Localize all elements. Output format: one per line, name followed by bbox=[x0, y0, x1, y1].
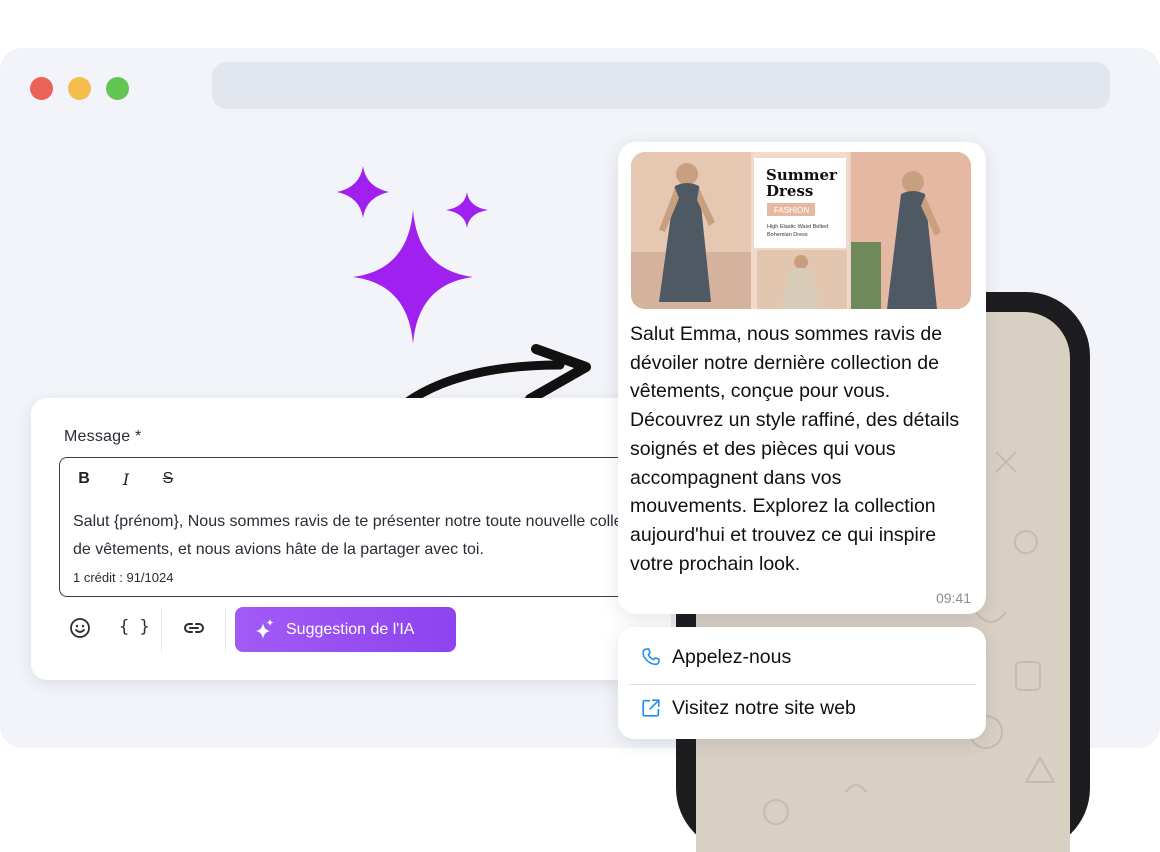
message-preview-bubble: Summer Dress FASHION High Elastic Waist … bbox=[618, 142, 986, 614]
message-actions-card: Appelez-nous Visitez notre site web bbox=[618, 627, 986, 739]
preview-line: Salut Emma, nous sommes ravis de bbox=[630, 323, 943, 345]
message-editor-card: Message * B I S Salut {prénom}, Nous som… bbox=[31, 398, 671, 680]
emoji-button[interactable] bbox=[69, 617, 91, 644]
visit-website-label: Visitez notre site web bbox=[672, 696, 856, 719]
toolbar-divider bbox=[225, 608, 226, 652]
visit-website-button[interactable]: Visitez notre site web bbox=[640, 688, 856, 728]
message-label: Message * bbox=[64, 428, 142, 445]
preview-line: vêtements, conçue pour vous. bbox=[630, 380, 891, 403]
image-title-line2: Dress bbox=[766, 182, 813, 200]
credit-counter: 1 crédit : 91/1024 bbox=[73, 570, 174, 585]
sparkle-icon bbox=[256, 618, 274, 639]
external-link-icon bbox=[642, 699, 660, 717]
preview-line: votre prochain look. bbox=[630, 552, 801, 575]
preview-line: dévoiler notre dernière collection de bbox=[630, 351, 939, 374]
smiley-icon bbox=[70, 618, 90, 638]
toolbar-divider bbox=[161, 608, 162, 652]
preview-line: soignés et des pièces qui vous bbox=[630, 437, 896, 460]
actions-divider bbox=[628, 684, 976, 685]
preview-line: mouvements. Explorez la collection bbox=[630, 495, 936, 518]
italic-button[interactable]: I bbox=[115, 470, 137, 489]
message-timestamp: 09:41 bbox=[935, 590, 971, 606]
message-text-line: Salut {prénom}, Nous sommes ravis de te … bbox=[73, 513, 657, 530]
call-us-label: Appelez-nous bbox=[672, 645, 792, 668]
bold-button[interactable]: B bbox=[73, 470, 95, 488]
product-image: Summer Dress FASHION High Elastic Waist … bbox=[631, 152, 971, 309]
message-text[interactable]: Salut {prénom}, Nous sommes ravis de te … bbox=[73, 508, 657, 564]
call-us-button[interactable]: Appelez-nous bbox=[640, 637, 791, 677]
sparkles-icon bbox=[337, 166, 488, 344]
phone-icon bbox=[642, 648, 660, 666]
image-caption-line2: Bohemian Dress bbox=[767, 232, 808, 238]
sparkle-medium bbox=[337, 166, 389, 218]
sparkle-small bbox=[446, 192, 488, 228]
ai-suggestion-label: Suggestion de l'IA bbox=[286, 620, 415, 638]
window-maximize-button[interactable] bbox=[106, 77, 129, 100]
product-collage: Summer Dress FASHION High Elastic Waist … bbox=[631, 152, 971, 309]
link-icon bbox=[184, 623, 204, 633]
image-tag: FASHION bbox=[774, 206, 809, 215]
variables-button[interactable]: { } bbox=[119, 617, 150, 637]
message-preview-text: Salut Emma, nous sommes ravis de dévoile… bbox=[630, 320, 980, 578]
preview-line: aujourd'hui et trouvez ce qui inspire bbox=[630, 523, 937, 546]
window-close-button[interactable] bbox=[30, 77, 53, 100]
ai-suggestion-button[interactable]: Suggestion de l'IA bbox=[235, 607, 456, 652]
message-textarea[interactable]: B I S Salut {prénom}, Nous sommes ravis … bbox=[59, 457, 661, 597]
sparkle-large bbox=[353, 210, 473, 344]
preview-line: Découvrez un style raffiné, des détails bbox=[630, 409, 960, 432]
window-minimize-button[interactable] bbox=[68, 77, 91, 100]
image-caption-line1: High Elastic Waist Belted bbox=[767, 224, 828, 230]
link-button[interactable] bbox=[182, 617, 206, 644]
message-text-line: de vêtements, et nous avions hâte de la … bbox=[73, 541, 484, 558]
address-bar[interactable] bbox=[212, 62, 1110, 109]
preview-line: accompagnent dans vos bbox=[630, 466, 842, 489]
strikethrough-button[interactable]: S bbox=[157, 470, 179, 488]
